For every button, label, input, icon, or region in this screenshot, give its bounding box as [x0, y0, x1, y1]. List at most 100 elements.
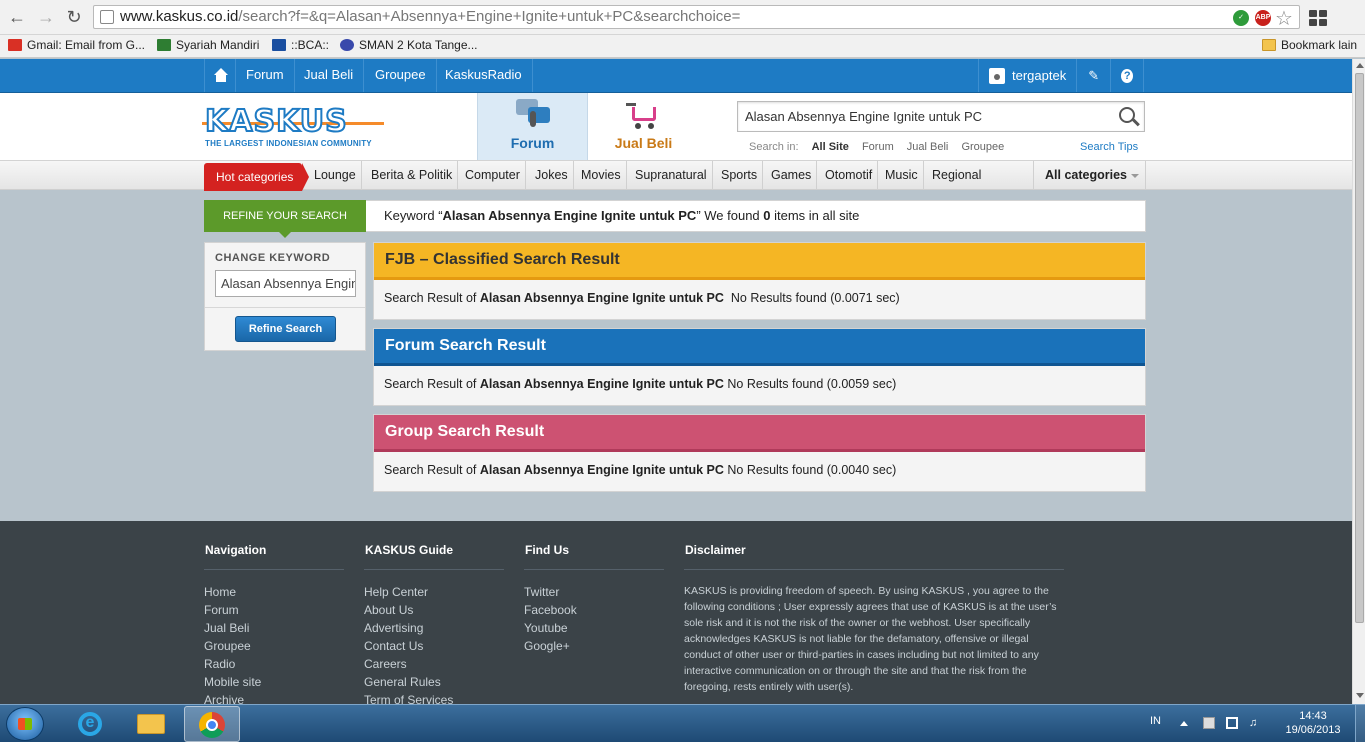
cat-berita-politik[interactable]: Berita & Politik	[366, 161, 459, 190]
search-in-groupee[interactable]: Groupee	[961, 141, 1004, 153]
footer-link-twitter[interactable]: Twitter	[524, 583, 577, 601]
footer-link-jualbeli[interactable]: Jual Beli	[204, 619, 261, 637]
cat-supranatural[interactable]: Supranatural	[630, 161, 713, 190]
extension-menu-icon[interactable]	[1308, 9, 1328, 27]
bookmark-gmail[interactable]: Gmail: Email from G...	[8, 38, 145, 52]
show-desktop-button[interactable]	[1355, 705, 1365, 742]
cat-otomotif[interactable]: Otomotif	[820, 161, 879, 190]
search-input[interactable]	[745, 109, 1105, 124]
footer-link-careers[interactable]: Careers	[364, 655, 453, 673]
url-path: /search?f=&q=Alasan+Absennya+Engine+Igni…	[238, 8, 741, 25]
topnav-groupee[interactable]: Groupee	[365, 59, 437, 92]
start-button[interactable]	[6, 707, 44, 741]
search-in-jualbeli[interactable]: Jual Beli	[907, 141, 949, 153]
tab-jualbeli[interactable]: Jual Beli	[588, 93, 699, 160]
keyword-input[interactable]	[215, 270, 356, 297]
refine-search-button[interactable]: Refine Search	[235, 316, 336, 342]
language-indicator[interactable]: IN	[1150, 715, 1161, 727]
footer-link-googleplus[interactable]: Google+	[524, 637, 577, 655]
search-tips-link[interactable]: Search Tips	[1080, 141, 1138, 153]
tab-forum[interactable]: Forum	[477, 93, 588, 160]
edit-pencil-icon[interactable]: ✎	[1076, 59, 1110, 92]
tray-expand-icon[interactable]	[1180, 721, 1188, 726]
topnav-forum[interactable]: Forum	[236, 59, 295, 92]
reload-icon[interactable]: ↻	[63, 7, 85, 29]
help-icon[interactable]: ?	[1110, 59, 1145, 92]
clock-date: 19/06/2013	[1285, 724, 1341, 736]
footer-disclaimer-title: Disclaimer	[685, 543, 746, 557]
forward-arrow-icon[interactable]: →	[35, 7, 57, 29]
kaskus-logo[interactable]: KASKUS THE LARGEST INDONESIAN COMMUNITY	[202, 106, 385, 148]
volume-icon[interactable]: ♫	[1249, 717, 1261, 729]
bookmark-other[interactable]: Bookmark lain	[1262, 38, 1357, 52]
result-prefix: Search Result of	[384, 463, 480, 477]
bookmark-label: Syariah Mandiri	[176, 38, 260, 52]
topnav-jualbeli[interactable]: Jual Beli	[294, 59, 365, 92]
bookmark-star-icon[interactable]: ☆	[1275, 6, 1293, 31]
page-scrollbar[interactable]	[1352, 59, 1365, 704]
user-menu[interactable]: tergaptek	[978, 59, 1076, 92]
keyword-value: Alasan Absennya Engine Ignite untuk PC	[442, 208, 697, 223]
search-box	[737, 101, 1145, 132]
footer-link-about[interactable]: About Us	[364, 601, 453, 619]
cat-lounge[interactable]: Lounge	[309, 161, 362, 190]
cat-movies[interactable]: Movies	[576, 161, 627, 190]
footer-link-rules[interactable]: General Rules	[364, 673, 453, 691]
taskbar-explorer[interactable]	[122, 706, 178, 742]
home-icon[interactable]	[204, 59, 236, 92]
topnav-kaskusradio[interactable]: KaskusRadio	[435, 59, 533, 92]
address-bar[interactable]: www.kaskus.co.id/search?f=&q=Alasan+Abse…	[93, 5, 1300, 29]
search-icon[interactable]	[1119, 107, 1135, 123]
cat-games[interactable]: Games	[766, 161, 818, 190]
search-in-allsite[interactable]: All Site	[812, 141, 849, 153]
scroll-thumb[interactable]	[1355, 73, 1364, 623]
scroll-up-icon[interactable]	[1356, 63, 1364, 68]
search-in-forum[interactable]: Forum	[862, 141, 894, 153]
check-extension-icon[interactable]: ✓	[1233, 10, 1249, 26]
forum-result-title: Forum Search Result	[374, 329, 1145, 366]
cat-regional[interactable]: Regional	[927, 161, 986, 190]
network-icon[interactable]	[1226, 717, 1238, 729]
tab-jualbeli-label: Jual Beli	[614, 135, 673, 151]
site-header: KASKUS THE LARGEST INDONESIAN COMMUNITY …	[0, 93, 1352, 160]
all-categories-dropdown[interactable]: All categories	[1033, 161, 1146, 190]
cat-music[interactable]: Music	[880, 161, 924, 190]
back-arrow-icon[interactable]: ←	[6, 7, 28, 29]
taskbar-chrome[interactable]	[184, 706, 240, 742]
forum-result-panel: Forum Search Result Search Result of Ala…	[373, 328, 1146, 406]
hot-categories[interactable]: Hot categories	[204, 163, 309, 191]
bookmark-syariah[interactable]: Syariah Mandiri	[157, 38, 259, 52]
result-keyword: Alasan Absennya Engine Ignite untuk PC	[479, 463, 724, 477]
group-result-panel: Group Search Result Search Result of Ala…	[373, 414, 1146, 492]
footer-link-home[interactable]: Home	[204, 583, 261, 601]
footer-findus-title: Find Us	[525, 543, 569, 557]
result-count: 0	[763, 208, 771, 223]
footer-link-mobile[interactable]: Mobile site	[204, 673, 261, 691]
footer-link-radio[interactable]: Radio	[204, 655, 261, 673]
footer-link-forum[interactable]: Forum	[204, 601, 261, 619]
bookmark-bca[interactable]: ::BCA::	[272, 38, 329, 52]
search-in-options: Search in: All Site Forum Jual Beli Grou…	[749, 141, 1014, 153]
result-status: No Results found (0.0040 sec)	[723, 463, 897, 477]
disclaimer-text: KASKUS is providing freedom of speech. B…	[684, 585, 1057, 693]
clock[interactable]: 14:43 19/06/2013	[1278, 709, 1348, 737]
footer-link-advertising[interactable]: Advertising	[364, 619, 453, 637]
fjb-result-title: FJB – Classified Search Result	[374, 243, 1145, 280]
footer-link-contact[interactable]: Contact Us	[364, 637, 453, 655]
scroll-down-icon[interactable]	[1356, 693, 1364, 698]
bookmark-sman[interactable]: SMAN 2 Kota Tange...	[340, 38, 478, 52]
keyword-suffix: ” We found	[696, 208, 764, 223]
result-status: No Results found (0.0059 sec)	[723, 377, 897, 391]
taskbar-ie[interactable]: e	[62, 706, 118, 742]
action-center-icon[interactable]	[1203, 717, 1215, 729]
footer-link-help[interactable]: Help Center	[364, 583, 453, 601]
footer-link-facebook[interactable]: Facebook	[524, 601, 577, 619]
adblock-icon[interactable]: ABP	[1255, 10, 1271, 26]
cat-jokes[interactable]: Jokes	[530, 161, 574, 190]
footer-link-youtube[interactable]: Youtube	[524, 619, 577, 637]
cat-sports[interactable]: Sports	[716, 161, 764, 190]
cat-computer[interactable]: Computer	[460, 161, 526, 190]
folder-icon	[1262, 39, 1276, 51]
bca-icon	[272, 39, 286, 51]
footer-link-groupee[interactable]: Groupee	[204, 637, 261, 655]
